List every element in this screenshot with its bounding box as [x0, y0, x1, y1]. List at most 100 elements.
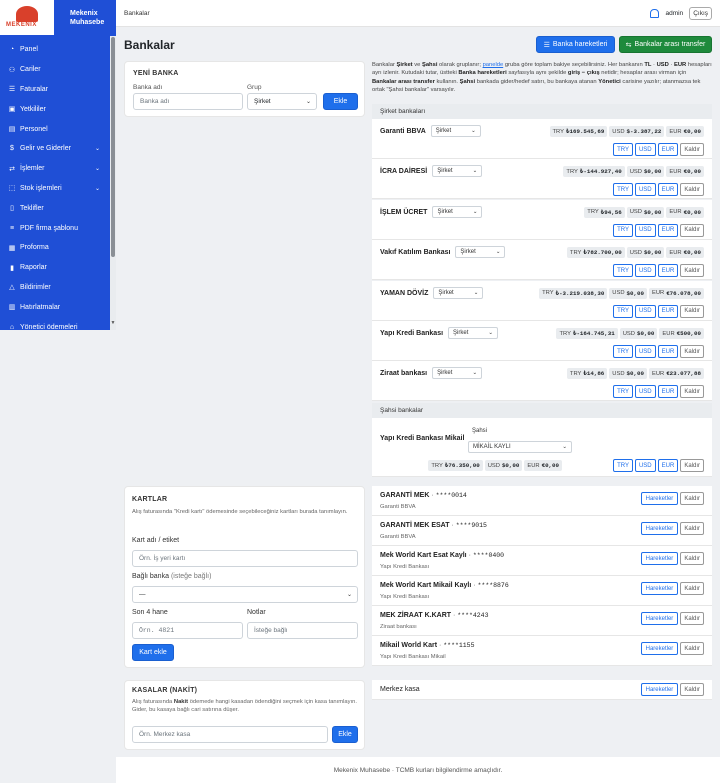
- account-usd-button[interactable]: USD: [634, 264, 656, 278]
- remove-button[interactable]: Kaldır: [680, 385, 704, 399]
- panel-link[interactable]: panelde: [483, 62, 504, 68]
- linked-bank-select[interactable]: — ⌄: [132, 586, 358, 603]
- account-eur-button[interactable]: EUR: [657, 223, 679, 237]
- bank-group-select[interactable]: Şirket ⌄: [432, 205, 483, 218]
- card-movements-button[interactable]: Hareketler: [640, 582, 679, 595]
- cash-movements-button[interactable]: Hareketler: [640, 683, 679, 696]
- card-bank: Garanti BBVA: [380, 534, 416, 540]
- account-usd-button[interactable]: USD: [634, 304, 656, 318]
- account-eur-button[interactable]: EUR: [657, 183, 679, 197]
- account-try-button[interactable]: TRY: [613, 345, 633, 358]
- bank-transfer-button[interactable]: ⇆ Bankalar arası transfer: [619, 36, 712, 53]
- topbar: Bankalar admin Çıkış: [116, 0, 720, 27]
- bank-group-select[interactable]: Şirket ⌄: [432, 367, 483, 380]
- sidebar-item[interactable]: ▦ Proforma: [0, 238, 116, 258]
- remove-button[interactable]: Kaldır: [680, 552, 704, 565]
- sidebar-item[interactable]: ⚇ Cariler: [0, 60, 116, 80]
- sidebar-item[interactable]: ▣ Yetkililer: [0, 99, 116, 119]
- account-usd-button[interactable]: USD: [634, 459, 656, 472]
- sidebar-item[interactable]: ▮ Raporlar: [0, 258, 116, 278]
- card-movements-button[interactable]: Hareketler: [640, 492, 679, 505]
- logout-button[interactable]: Çıkış: [689, 6, 712, 20]
- sidebar-item[interactable]: ▯ Teklifler: [0, 198, 116, 218]
- remove-button[interactable]: Kaldır: [680, 492, 704, 505]
- sidebar-item[interactable]: ⇄ İşlemler ⌄: [0, 159, 116, 179]
- account-usd-button[interactable]: USD: [634, 223, 656, 237]
- bank-name: Vakıf Katılım Bankası: [380, 249, 451, 257]
- sidebar-item-label: Personel: [20, 125, 48, 133]
- bell-icon[interactable]: [650, 8, 660, 18]
- card-item: Mek World Kart Mikail Kaylı · ****8876 Ya…: [372, 576, 712, 606]
- sidebar-item[interactable]: $ Gelir ve Giderler ⌄: [0, 139, 116, 159]
- bank-group-select[interactable]: Şirket ⌄: [433, 286, 484, 299]
- account-usd-button[interactable]: USD: [634, 345, 656, 358]
- bank-name-input[interactable]: Banka adı: [133, 93, 243, 110]
- remove-button[interactable]: Kaldır: [680, 345, 704, 358]
- sidebar-item[interactable]: △ Bildirimler: [0, 278, 116, 298]
- bank-group-select[interactable]: Şirket ⌄: [430, 125, 481, 137]
- account-usd-button[interactable]: USD: [634, 385, 656, 399]
- account-eur-button[interactable]: EUR: [657, 304, 679, 318]
- sidebar-item[interactable]: ▤ Personel: [0, 119, 116, 139]
- balance-eur: EUR €0,00: [666, 206, 704, 218]
- sidebar-item[interactable]: ⌂ Yönetici ödemeleri: [0, 317, 116, 330]
- add-card-button[interactable]: Kart ekle: [132, 644, 174, 661]
- account-usd-button[interactable]: USD: [634, 143, 656, 156]
- last4-input[interactable]: Örn. 4821: [132, 622, 243, 639]
- remove-button[interactable]: Kaldır: [680, 459, 704, 472]
- card-mask: ****4243: [457, 612, 489, 619]
- account-eur-button[interactable]: EUR: [657, 459, 679, 472]
- balance-group: TRY ₺-3.219.038,30 USD $0,00 EUR €76.078,00: [539, 287, 704, 299]
- remove-button[interactable]: Kaldır: [680, 642, 704, 655]
- account-eur-button[interactable]: EUR: [657, 264, 679, 278]
- cash-name-input[interactable]: Örn. Merkez kasa: [132, 726, 328, 743]
- bank-group-select[interactable]: Şirket ⌄: [448, 327, 499, 339]
- account-try-button[interactable]: TRY: [613, 459, 633, 472]
- bank-movements-button[interactable]: ☰ Banka hareketleri: [536, 36, 615, 53]
- cash-title: KASALAR (NAKİT): [132, 687, 198, 694]
- account-try-button[interactable]: TRY: [613, 183, 633, 197]
- group-select[interactable]: Şirket ⌄: [247, 93, 317, 110]
- sidebar-item[interactable]: ◔ Panel: [0, 40, 116, 60]
- owner-select[interactable]: MİKAİL KAYLI ⌄: [468, 441, 572, 453]
- receipt-icon: ▦: [8, 244, 16, 252]
- account-try-button[interactable]: TRY: [613, 304, 633, 318]
- notes-input[interactable]: İsteğe bağlı: [247, 622, 358, 639]
- account-eur-button[interactable]: EUR: [657, 345, 679, 358]
- account-try-button[interactable]: TRY: [613, 264, 633, 278]
- scroll-down-arrow-icon[interactable]: ▼: [110, 320, 116, 326]
- remove-button[interactable]: Kaldır: [680, 264, 704, 278]
- sidebar-item[interactable]: ☰ Faturalar: [0, 80, 116, 100]
- card-name-input[interactable]: Örn. İş yeri kartı: [132, 550, 358, 567]
- card-mask: ****0014: [435, 492, 467, 499]
- account-try-button[interactable]: TRY: [613, 143, 633, 156]
- card-movements-button[interactable]: Hareketler: [640, 642, 679, 655]
- bank-group-select[interactable]: Şahsi: [468, 425, 568, 437]
- sidebar-scrollbar-thumb[interactable]: [111, 37, 115, 257]
- account-usd-button[interactable]: USD: [634, 183, 656, 197]
- card-movements-button[interactable]: Hareketler: [640, 552, 679, 565]
- remove-button[interactable]: Kaldır: [680, 582, 704, 595]
- card-movements-button[interactable]: Hareketler: [640, 522, 679, 535]
- card-movements-button[interactable]: Hareketler: [640, 612, 679, 625]
- breadcrumb[interactable]: Bankalar: [124, 10, 150, 17]
- sidebar-item[interactable]: ⬚ Stok işlemleri ⌄: [0, 179, 116, 199]
- account-try-button[interactable]: TRY: [613, 385, 633, 399]
- remove-button[interactable]: Kaldır: [680, 522, 704, 535]
- remove-button[interactable]: Kaldır: [680, 223, 704, 237]
- account-eur-button[interactable]: EUR: [657, 385, 679, 399]
- card-item: MEK ZİRAAT K.KART · ****4243 Ziraat banka…: [372, 606, 712, 636]
- remove-button[interactable]: Kaldır: [680, 612, 704, 625]
- remove-button[interactable]: Kaldır: [680, 143, 704, 156]
- remove-button[interactable]: Kaldır: [680, 183, 704, 197]
- account-eur-button[interactable]: EUR: [657, 143, 679, 156]
- remove-button[interactable]: Kaldır: [680, 683, 704, 696]
- bank-group-select[interactable]: Şirket ⌄: [455, 246, 506, 259]
- sidebar-item[interactable]: ≡ PDF firma şablonu: [0, 218, 116, 238]
- add-cash-button[interactable]: Ekle: [332, 726, 358, 743]
- bank-group-select[interactable]: Şirket ⌄: [432, 165, 483, 178]
- account-try-button[interactable]: TRY: [613, 223, 633, 237]
- add-bank-button[interactable]: Ekle: [323, 93, 358, 110]
- remove-button[interactable]: Kaldır: [680, 304, 704, 318]
- sidebar-item[interactable]: ▥ Hatırlatmalar: [0, 297, 116, 317]
